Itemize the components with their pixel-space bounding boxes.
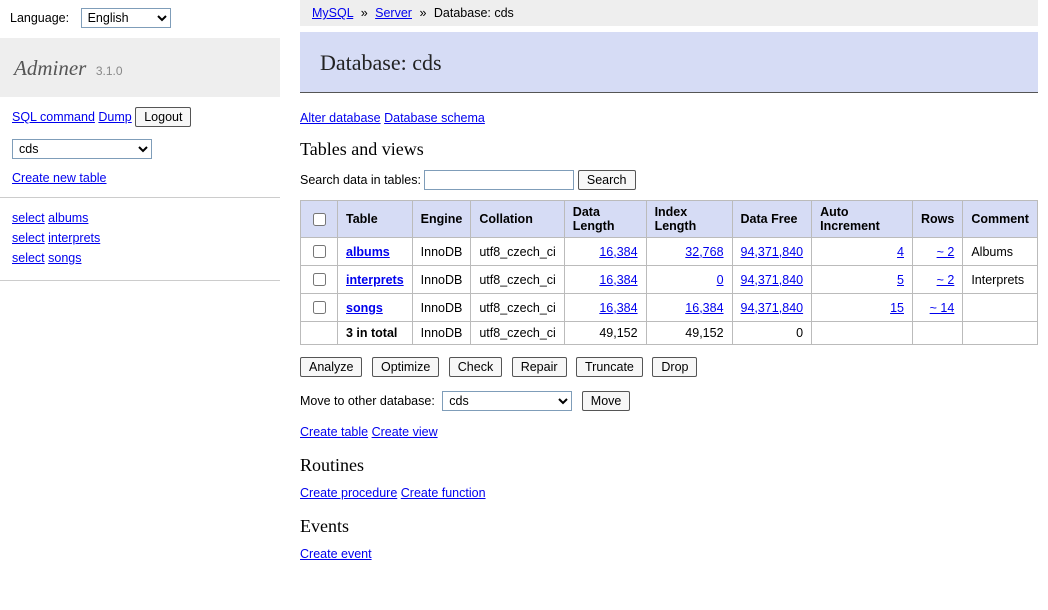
brand-version: 3.1.0 (96, 64, 123, 78)
create-procedure-link[interactable]: Create procedure (300, 486, 397, 500)
table-list: select albums select interprets select s… (0, 198, 280, 281)
dump-link[interactable]: Dump (98, 110, 131, 124)
data-length-link[interactable]: 16,384 (599, 245, 637, 259)
auto-inc-link[interactable]: 5 (897, 273, 904, 287)
check-button[interactable]: Check (449, 357, 502, 377)
database-select[interactable]: cds (12, 139, 152, 159)
table-row: albums InnoDB utf8_czech_ci 16,384 32,76… (301, 238, 1038, 266)
index-length-link[interactable]: 0 (717, 273, 724, 287)
create-function-link[interactable]: Create function (401, 486, 486, 500)
row-checkbox[interactable] (313, 245, 326, 258)
events-heading: Events (300, 516, 1038, 537)
table-name-link[interactable]: interprets (346, 273, 404, 287)
table-link-songs[interactable]: songs (48, 251, 81, 265)
data-length-link[interactable]: 16,384 (599, 301, 637, 315)
data-free-link[interactable]: 94,371,840 (741, 301, 804, 315)
col-data-free: Data Free (732, 201, 812, 238)
create-table-link[interactable]: Create table (300, 425, 368, 439)
select-link[interactable]: select (12, 231, 45, 245)
rows-link[interactable]: ~ 2 (937, 245, 955, 259)
col-engine: Engine (412, 201, 471, 238)
row-checkbox[interactable] (313, 273, 326, 286)
move-label: Move to other database: (300, 394, 435, 408)
breadcrumb-server[interactable]: Server (375, 6, 412, 20)
index-length-link[interactable]: 32,768 (685, 245, 723, 259)
tables-heading: Tables and views (300, 139, 1038, 160)
breadcrumb-sep: » (419, 6, 426, 20)
table-row: songs InnoDB utf8_czech_ci 16,384 16,384… (301, 294, 1038, 322)
data-length-link[interactable]: 16,384 (599, 273, 637, 287)
drop-button[interactable]: Drop (652, 357, 697, 377)
routines-heading: Routines (300, 455, 1038, 476)
col-comment: Comment (963, 201, 1038, 238)
brand: Adminer 3.1.0 (0, 38, 280, 97)
search-input[interactable] (424, 170, 574, 190)
create-new-table-link[interactable]: Create new table (12, 171, 107, 185)
col-collation: Collation (471, 201, 564, 238)
search-label: Search data in tables: (300, 173, 421, 187)
table-name-link[interactable]: songs (346, 301, 383, 315)
logout-button[interactable]: Logout (135, 107, 191, 127)
optimize-button[interactable]: Optimize (372, 357, 439, 377)
data-free-link[interactable]: 94,371,840 (741, 273, 804, 287)
auto-inc-link[interactable]: 15 (890, 301, 904, 315)
totals-row: 3 in total InnoDB utf8_czech_ci 49,152 4… (301, 322, 1038, 345)
table-link-interprets[interactable]: interprets (48, 231, 100, 245)
select-all-checkbox[interactable] (313, 213, 326, 226)
create-event-link[interactable]: Create event (300, 547, 372, 561)
language-label: Language: (10, 11, 69, 25)
create-view-link[interactable]: Create view (372, 425, 438, 439)
truncate-button[interactable]: Truncate (576, 357, 643, 377)
totals-label: 3 in total (338, 322, 413, 345)
tables-grid: Table Engine Collation Data Length Index… (300, 200, 1038, 345)
table-name-link[interactable]: albums (346, 245, 390, 259)
move-db-select[interactable]: cds (442, 391, 572, 411)
database-schema-link[interactable]: Database schema (384, 111, 485, 125)
breadcrumb-mysql[interactable]: MySQL (312, 6, 353, 20)
rows-link[interactable]: ~ 2 (937, 273, 955, 287)
breadcrumb-db: Database: cds (434, 6, 514, 20)
page-title: Database: cds (300, 32, 1038, 93)
repair-button[interactable]: Repair (512, 357, 567, 377)
move-button[interactable]: Move (582, 391, 631, 411)
index-length-link[interactable]: 16,384 (685, 301, 723, 315)
table-link-albums[interactable]: albums (48, 211, 88, 225)
select-link[interactable]: select (12, 251, 45, 265)
select-link[interactable]: select (12, 211, 45, 225)
row-checkbox[interactable] (313, 301, 326, 314)
data-free-link[interactable]: 94,371,840 (741, 245, 804, 259)
search-button[interactable]: Search (578, 170, 636, 190)
breadcrumb: MySQL » Server » Database: cds (300, 0, 1038, 26)
analyze-button[interactable]: Analyze (300, 357, 362, 377)
alter-database-link[interactable]: Alter database (300, 111, 381, 125)
brand-name: Adminer (14, 56, 86, 80)
table-row: interprets InnoDB utf8_czech_ci 16,384 0… (301, 266, 1038, 294)
col-auto-increment: Auto Increment (812, 201, 913, 238)
col-rows: Rows (912, 201, 962, 238)
breadcrumb-sep: » (361, 6, 368, 20)
language-select[interactable]: English (81, 8, 171, 28)
col-index-length: Index Length (646, 201, 732, 238)
rows-link[interactable]: ~ 14 (930, 301, 955, 315)
col-data-length: Data Length (564, 201, 646, 238)
col-table[interactable]: Table (338, 201, 413, 238)
sql-command-link[interactable]: SQL command (12, 110, 95, 124)
auto-inc-link[interactable]: 4 (897, 245, 904, 259)
